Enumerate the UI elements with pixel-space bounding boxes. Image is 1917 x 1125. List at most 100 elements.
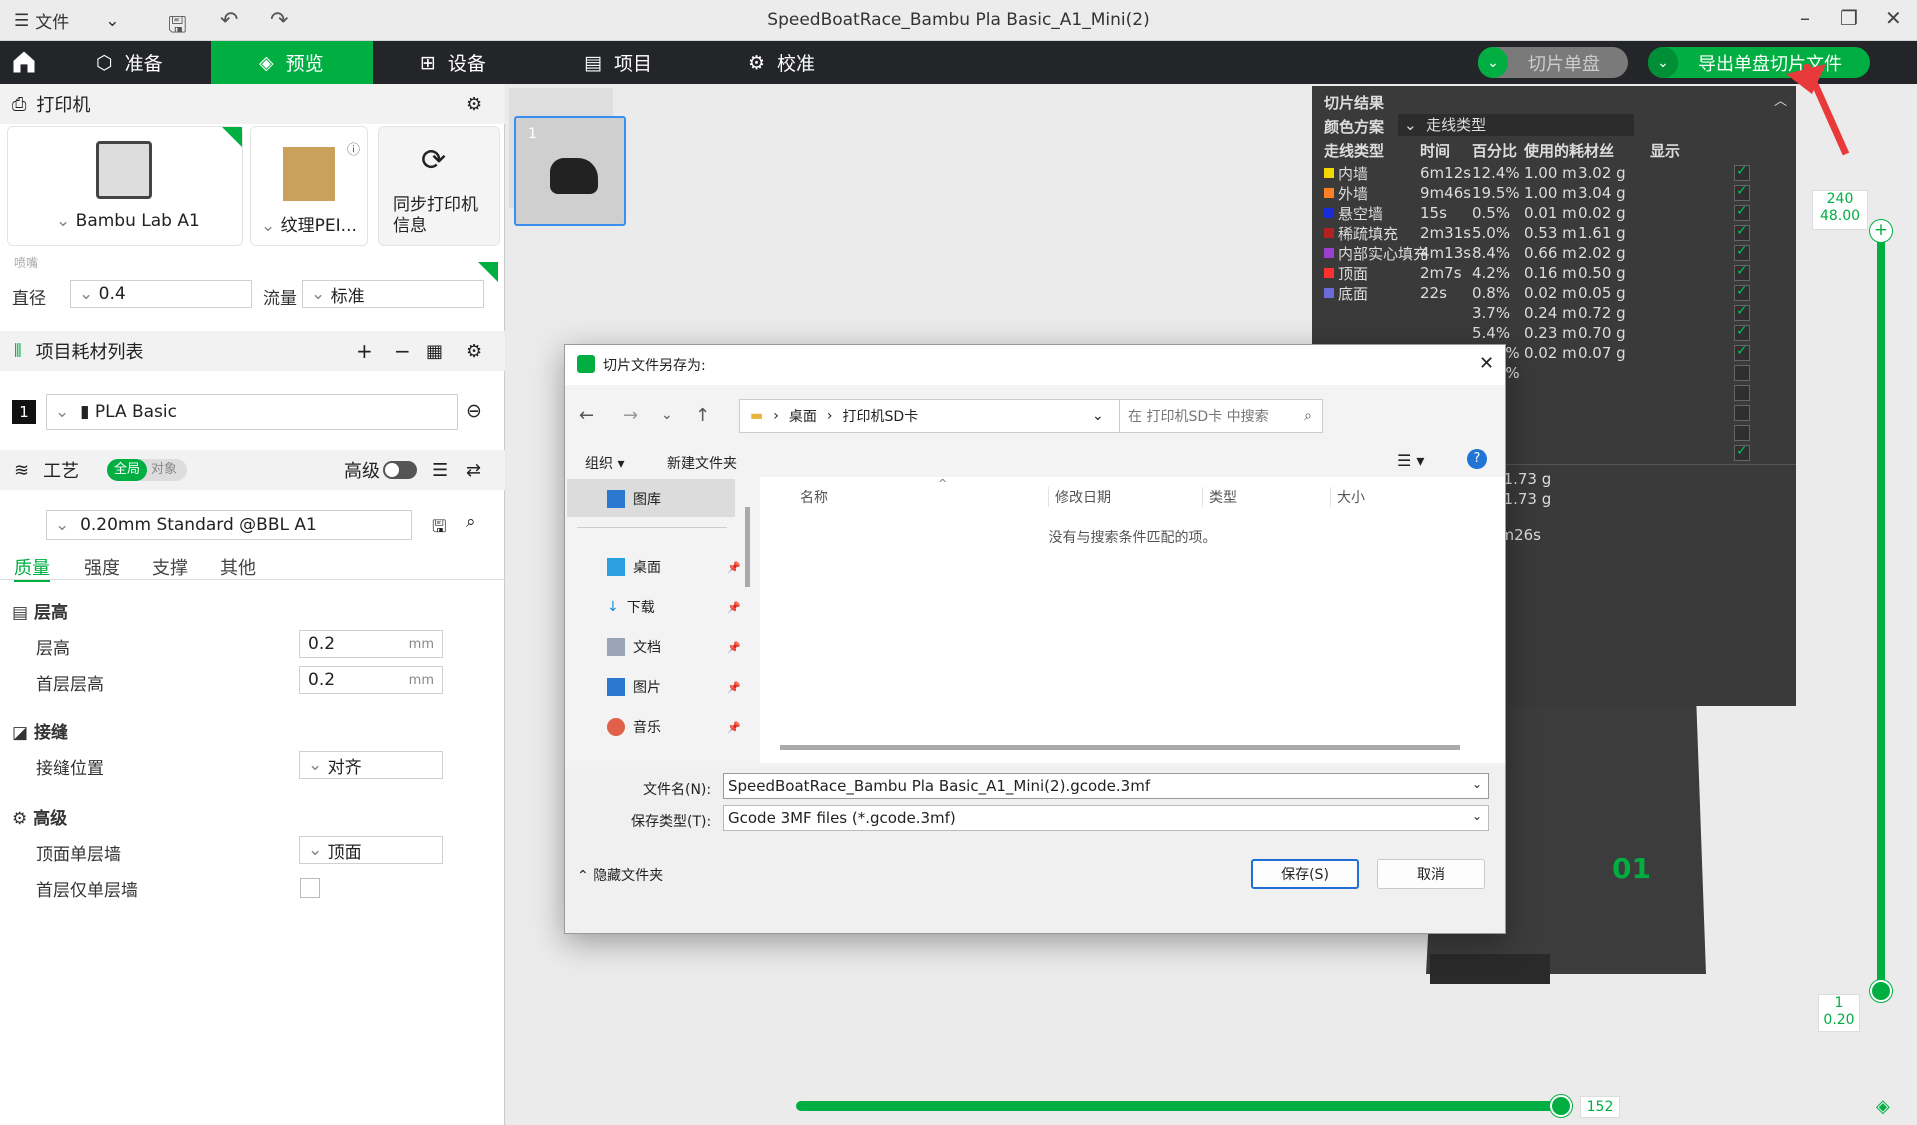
seam-position-select[interactable]: ⌄ 对齐 <box>299 751 443 779</box>
address-bar[interactable]: ▬› 桌面› 打印机SD卡 ⌄ ⟳ <box>739 399 1149 433</box>
show-checkbox[interactable] <box>1734 203 1750 221</box>
move-slider-track[interactable] <box>796 1101 1564 1111</box>
chevron-down-icon[interactable]: ⌄ <box>1092 408 1104 424</box>
plate-thumbnail[interactable]: 1 <box>514 116 626 226</box>
color-scheme-select[interactable]: ⌄ 走线类型 <box>1398 114 1634 136</box>
home-icon[interactable] <box>10 48 38 76</box>
printer-card[interactable]: ⌄ Bambu Lab A1 <box>7 126 243 246</box>
move-slider-handle[interactable] <box>1550 1095 1572 1117</box>
collapse-icon[interactable]: ︿ <box>1774 90 1787 109</box>
gear-icon[interactable]: ⚙ <box>466 341 482 362</box>
chevron-down-icon[interactable]: ⌄ <box>1478 47 1508 78</box>
show-checkbox[interactable] <box>1734 343 1750 361</box>
nav-documents[interactable]: 文档 📌 <box>607 637 741 657</box>
tab-strength[interactable]: 强度 <box>84 554 120 580</box>
h-scrollbar[interactable] <box>780 745 1460 750</box>
tab-calibrate[interactable]: ⚙ 校准 <box>730 41 870 84</box>
advanced-toggle[interactable] <box>383 461 417 479</box>
layer-slider-bottom-handle[interactable] <box>1870 980 1892 1002</box>
slice-plate-button[interactable]: ⌄ 切片单盘 <box>1478 47 1628 78</box>
more-icon[interactable]: ⊖ <box>466 400 482 422</box>
chevron-down-icon[interactable]: ⌄ <box>1648 47 1678 78</box>
filament-select[interactable]: ⌄ ▮ PLA Basic <box>46 394 458 430</box>
tab-quality[interactable]: 质量 <box>14 554 50 582</box>
breadcrumb-sdcard[interactable]: 打印机SD卡 <box>842 406 918 426</box>
restore-icon[interactable]: ❐ <box>1840 6 1858 30</box>
organize-menu[interactable]: 组织 ▾ <box>585 453 624 473</box>
sync-printer-button[interactable]: ⟳ 同步打印机信息 <box>378 126 500 246</box>
process-profile-select[interactable]: ⌄ 0.20mm Standard @BBL A1 <box>46 510 412 540</box>
chevron-down-icon[interactable]: ⌄ <box>661 407 673 423</box>
nav-desktop[interactable]: 桌面 📌 <box>607 557 741 577</box>
save-button[interactable]: 保存(S) <box>1251 859 1359 889</box>
show-checkbox[interactable] <box>1734 425 1750 441</box>
show-checkbox[interactable] <box>1734 443 1750 461</box>
save-profile-icon[interactable]: 🖫 <box>432 514 446 543</box>
nav-downloads[interactable]: ↓ 下载 📌 <box>607 597 741 617</box>
remove-icon[interactable]: − <box>394 339 411 363</box>
show-checkbox[interactable] <box>1734 163 1750 181</box>
flow-select[interactable]: ⌄ 标准 <box>302 280 484 308</box>
hide-folders-toggle[interactable]: ⌃ 隐藏文件夹 <box>577 865 663 885</box>
tab-prepare[interactable]: ⬡ 准备 <box>78 41 211 84</box>
layer-height-input[interactable]: 0.2 mm <box>299 630 443 658</box>
nav-music[interactable]: 音乐 📌 <box>607 717 741 737</box>
show-checkbox[interactable] <box>1734 385 1750 401</box>
search-icon[interactable]: ⌕ <box>466 512 476 532</box>
layer-slider-track[interactable] <box>1877 226 1885 996</box>
layers-icon[interactable]: ◈ <box>1876 1096 1890 1117</box>
close-icon[interactable]: ✕ <box>1479 353 1494 374</box>
plate-card[interactable]: ⓘ ⌄ 纹理PEI... <box>250 126 368 246</box>
show-checkbox[interactable] <box>1734 283 1750 301</box>
compare-icon[interactable]: ⇄ <box>466 460 481 481</box>
nav-pictures[interactable]: 图片 📌 <box>607 677 741 697</box>
forward-icon[interactable]: → <box>623 405 638 426</box>
new-folder-button[interactable]: 新建文件夹 <box>667 453 737 473</box>
tab-device[interactable]: ⊞ 设备 <box>402 41 542 84</box>
first-layer-single-wall-checkbox[interactable] <box>300 878 320 898</box>
col-name[interactable]: 名称 <box>800 487 828 507</box>
show-checkbox[interactable] <box>1734 183 1750 201</box>
show-checkbox[interactable] <box>1734 405 1750 421</box>
top-single-wall-select[interactable]: ⌄ 顶面 <box>299 836 443 864</box>
filament-sync-icon[interactable]: ▦ <box>426 341 443 362</box>
col-type[interactable]: 类型 <box>1202 487 1237 507</box>
nav-gallery[interactable]: 图库 <box>607 489 661 509</box>
nav-scrollbar[interactable] <box>745 507 750 587</box>
tab-project[interactable]: ▤ 项目 <box>566 41 706 84</box>
up-icon[interactable]: ↑ <box>695 405 710 426</box>
show-checkbox[interactable] <box>1734 223 1750 241</box>
filetype-select[interactable]: Gcode 3MF files (*.gcode.3mf) ⌄ <box>723 805 1489 831</box>
show-checkbox[interactable] <box>1734 323 1750 341</box>
tab-support[interactable]: 支撑 <box>152 554 188 580</box>
first-layer-height-input[interactable]: 0.2 mm <box>299 666 443 694</box>
help-icon[interactable]: ? <box>1467 449 1487 469</box>
diameter-select[interactable]: ⌄ 0.4 <box>70 280 252 308</box>
view-menu-icon[interactable]: ☰ ▾ <box>1397 451 1424 470</box>
object-option[interactable]: 对象 <box>151 459 177 481</box>
scope-toggle[interactable]: 全局 对象 <box>107 459 187 481</box>
search-input[interactable]: 在 打印机SD卡 中搜索 ⌕ <box>1119 399 1323 433</box>
show-checkbox[interactable] <box>1734 303 1750 321</box>
list-icon[interactable]: ☰ <box>432 460 448 481</box>
col-date[interactable]: 修改日期 <box>1048 487 1111 507</box>
minimize-icon[interactable]: – <box>1800 6 1810 30</box>
tab-other[interactable]: 其他 <box>220 554 256 580</box>
breadcrumb-desktop[interactable]: 桌面 <box>789 406 817 426</box>
tab-preview[interactable]: ◈ 预览 <box>211 41 373 84</box>
show-checkbox[interactable] <box>1734 263 1750 281</box>
cancel-button[interactable]: 取消 <box>1377 859 1485 889</box>
filename-input[interactable]: SpeedBoatRace_Bambu Pla Basic_A1_Mini(2)… <box>723 773 1489 799</box>
info-icon[interactable]: ⓘ <box>347 139 360 158</box>
col-size[interactable]: 大小 <box>1330 487 1365 507</box>
add-icon[interactable]: + <box>356 339 373 363</box>
show-checkbox[interactable] <box>1734 365 1750 381</box>
show-checkbox[interactable] <box>1734 243 1750 261</box>
layer-slider-top-handle[interactable]: + <box>1870 220 1892 242</box>
file-list[interactable]: 名称 ^ 修改日期 类型 大小 没有与搜索条件匹配的项。 <box>760 477 1505 763</box>
close-icon[interactable]: ✕ <box>1885 6 1902 30</box>
back-icon[interactable]: ← <box>579 405 594 426</box>
global-option[interactable]: 全局 <box>107 459 147 481</box>
gear-icon[interactable]: ⚙ <box>466 94 482 115</box>
top-layer-label: 240 48.00 <box>1812 190 1868 230</box>
